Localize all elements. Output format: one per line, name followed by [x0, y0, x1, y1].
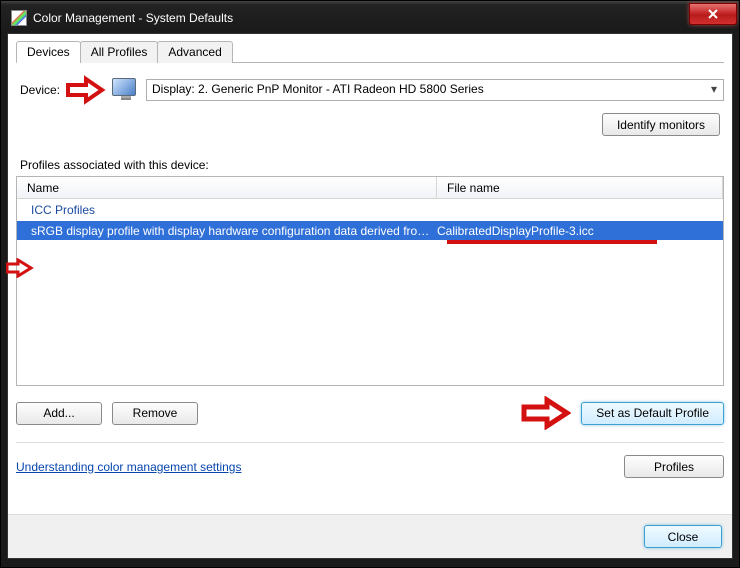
table-row[interactable]: sRGB display profile with display hardwa…	[17, 221, 723, 240]
table-header-row: Name File name	[17, 177, 723, 199]
profiles-table: Name File name ICC Profiles sRGB display…	[16, 176, 724, 386]
device-select[interactable]: Display: 2. Generic PnP Monitor - ATI Ra…	[146, 79, 724, 101]
divider	[16, 442, 724, 443]
device-select-value: Display: 2. Generic PnP Monitor - ATI Ra…	[152, 82, 484, 96]
identify-row: Identify monitors	[16, 113, 724, 136]
profile-file-cell: CalibratedDisplayProfile-3.icc	[437, 224, 709, 238]
window-title: Color Management - System Defaults	[33, 11, 729, 25]
add-button[interactable]: Add...	[16, 402, 102, 425]
tab-all-profiles[interactable]: All Profiles	[80, 41, 159, 63]
annotation-arrow-set-default	[521, 396, 571, 430]
set-default-profile-button[interactable]: Set as Default Profile	[581, 402, 724, 425]
group-header-icc: ICC Profiles	[17, 199, 723, 221]
understanding-link[interactable]: Understanding color management settings	[16, 460, 241, 474]
close-dialog-button[interactable]: Close	[644, 525, 722, 548]
annotation-arrow-device	[66, 75, 106, 105]
profile-actions-row: Add... Remove Set as Default Profile	[16, 396, 724, 430]
footer-row: Understanding color management settings …	[16, 455, 724, 478]
tabstrip: Devices All Profiles Advanced	[16, 40, 724, 63]
window-frame: Color Management - System Defaults Devic…	[0, 0, 740, 568]
app-icon	[11, 10, 27, 26]
profiles-button[interactable]: Profiles	[624, 455, 724, 478]
remove-button[interactable]: Remove	[112, 402, 198, 425]
profile-name-cell: sRGB display profile with display hardwa…	[31, 224, 437, 238]
bottom-bar: Close	[8, 514, 732, 558]
device-row: Device: Display: 2. Generic PnP Monitor …	[20, 75, 724, 105]
client-area: Devices All Profiles Advanced Device: Di…	[7, 33, 733, 559]
tab-devices[interactable]: Devices	[16, 41, 81, 63]
identify-monitors-button[interactable]: Identify monitors	[602, 113, 720, 136]
table-body: ICC Profiles sRGB display profile with d…	[17, 199, 723, 385]
device-label: Device:	[20, 83, 60, 97]
monitor-icon	[112, 78, 140, 102]
annotation-underline	[447, 240, 657, 244]
titlebar[interactable]: Color Management - System Defaults	[7, 7, 733, 33]
tab-advanced[interactable]: Advanced	[157, 41, 232, 63]
column-header-name[interactable]: Name	[17, 177, 437, 198]
column-header-file[interactable]: File name	[437, 177, 723, 198]
close-button[interactable]	[689, 3, 737, 25]
close-icon	[707, 8, 719, 20]
profiles-section-label: Profiles associated with this device:	[20, 158, 724, 172]
